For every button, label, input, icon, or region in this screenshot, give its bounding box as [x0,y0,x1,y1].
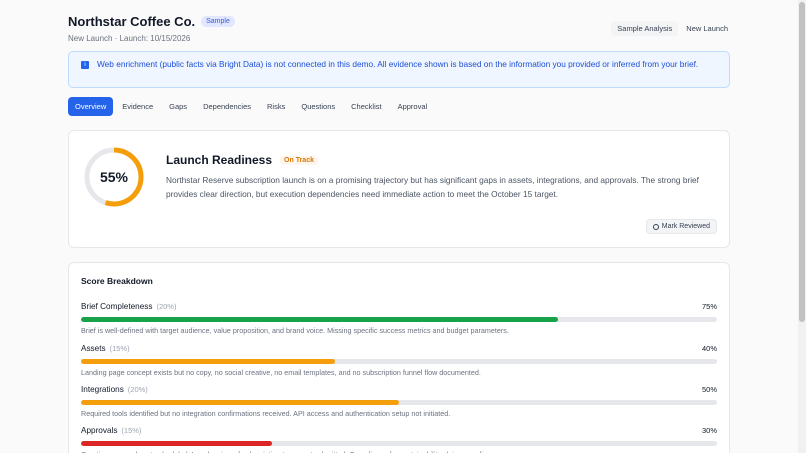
readiness-title: Launch Readiness [166,153,273,167]
score-name: Assets [81,344,106,353]
score-head: Approvals (15%) 30% [81,420,717,438]
score-label-group: Brief Completeness (20%) [81,296,176,314]
company-name: Northstar Coffee Co. [68,14,196,29]
score-weight: (15%) [121,426,142,435]
page-scrollbar[interactable] [798,0,806,453]
score-row: Brief Completeness (20%) 75% Brief is well-… [81,296,717,335]
tab-risks[interactable]: Risks [260,97,292,116]
new-launch-button[interactable]: New Launch [684,21,730,36]
score-label-group: Integrations (20%) [81,379,148,397]
score-description: Brief is well-defined with target audien… [81,326,509,335]
readiness-summary: Northstar Reserve subscription launch is… [166,175,699,199]
score-label-group: Assets (15%) [81,338,130,356]
score-value: 75% [701,302,717,311]
page: Northstar Coffee Co. Sample New Launch ·… [0,0,798,453]
sample-analysis-button[interactable]: Sample Analysis [611,21,679,36]
info-icon: i [81,61,89,69]
score-name: Brief Completeness [81,302,153,311]
mark-reviewed-label: Mark Reviewed [661,223,710,230]
score-bar-track [81,400,717,405]
score-row: Approvals(15%)30%Creative approvals not … [81,420,717,453]
score-value: 50% [701,385,717,394]
score-row: Assets (15%) 40% Landing page concept exist… [81,338,717,377]
circle-icon [652,223,659,230]
score-value: 30% [701,426,717,435]
score-bar-track [81,441,717,446]
score-bar-track [81,317,717,322]
readiness-title-row: Launch Readiness On Track [166,153,318,167]
header-actions: Sample Analysis New Launch [611,21,730,36]
score-weight: (15%) [109,344,130,353]
readiness-ring: 55% [83,146,145,208]
score-breakdown-card: Score Breakdown Brief Completeness (20%) 7… [68,262,730,453]
launch-readiness-card: 55% Launch Readiness On Track Northstar … [68,130,730,248]
tab-overview[interactable]: Overview [68,97,114,116]
score-head: Brief Completeness (20%) 75% [81,296,717,314]
sample-badge: Sample [201,16,235,27]
readiness-score: 55% [99,169,129,185]
score-weight: (20%) [127,385,148,394]
mark-reviewed-button[interactable]: Mark Reviewed [645,219,717,234]
score-head: Integrations (20%) 50% [81,379,717,397]
score-bar-fill [81,359,336,364]
score-head: Assets (15%) 40% [81,338,717,356]
tab-questions[interactable]: Questions [294,97,342,116]
score-weight: (20%) [156,302,177,311]
tab-approval[interactable]: Approval [391,97,435,116]
info-banner: i Web enrichment (public facts via Brigh… [68,51,730,88]
score-name: Approvals [81,426,118,435]
tab-bar: Overview Evidence Gaps Dependencies Risks Que… [68,97,434,116]
score-bar-fill [81,441,272,446]
score-value: 40% [701,344,717,353]
tab-dependencies[interactable]: Dependencies [196,97,258,116]
score-name: Integrations [81,385,124,394]
header: Northstar Coffee Co. Sample New Launch ·… [68,14,730,44]
banner-text: Web enrichment (public facts via Bright … [97,59,699,69]
score-bar-track [81,359,717,364]
breakdown-title: Score Breakdown [81,276,153,286]
status-badge: On Track [280,155,318,165]
tab-checklist[interactable]: Checklist [344,97,388,116]
score-description: Required tools identified but no integra… [81,409,451,418]
tab-gaps[interactable]: Gaps [162,97,194,116]
score-bar-fill [81,400,399,405]
tab-evidence[interactable]: Evidence [115,97,160,116]
score-description: Landing page concept exists but no copy,… [81,368,481,377]
score-label-group: Approvals (15%) [81,420,141,438]
score-row: Integrations (20%) 50% Required tools ident… [81,379,717,418]
scrollbar-thumb[interactable] [799,2,805,322]
score-bar-fill [81,317,558,322]
